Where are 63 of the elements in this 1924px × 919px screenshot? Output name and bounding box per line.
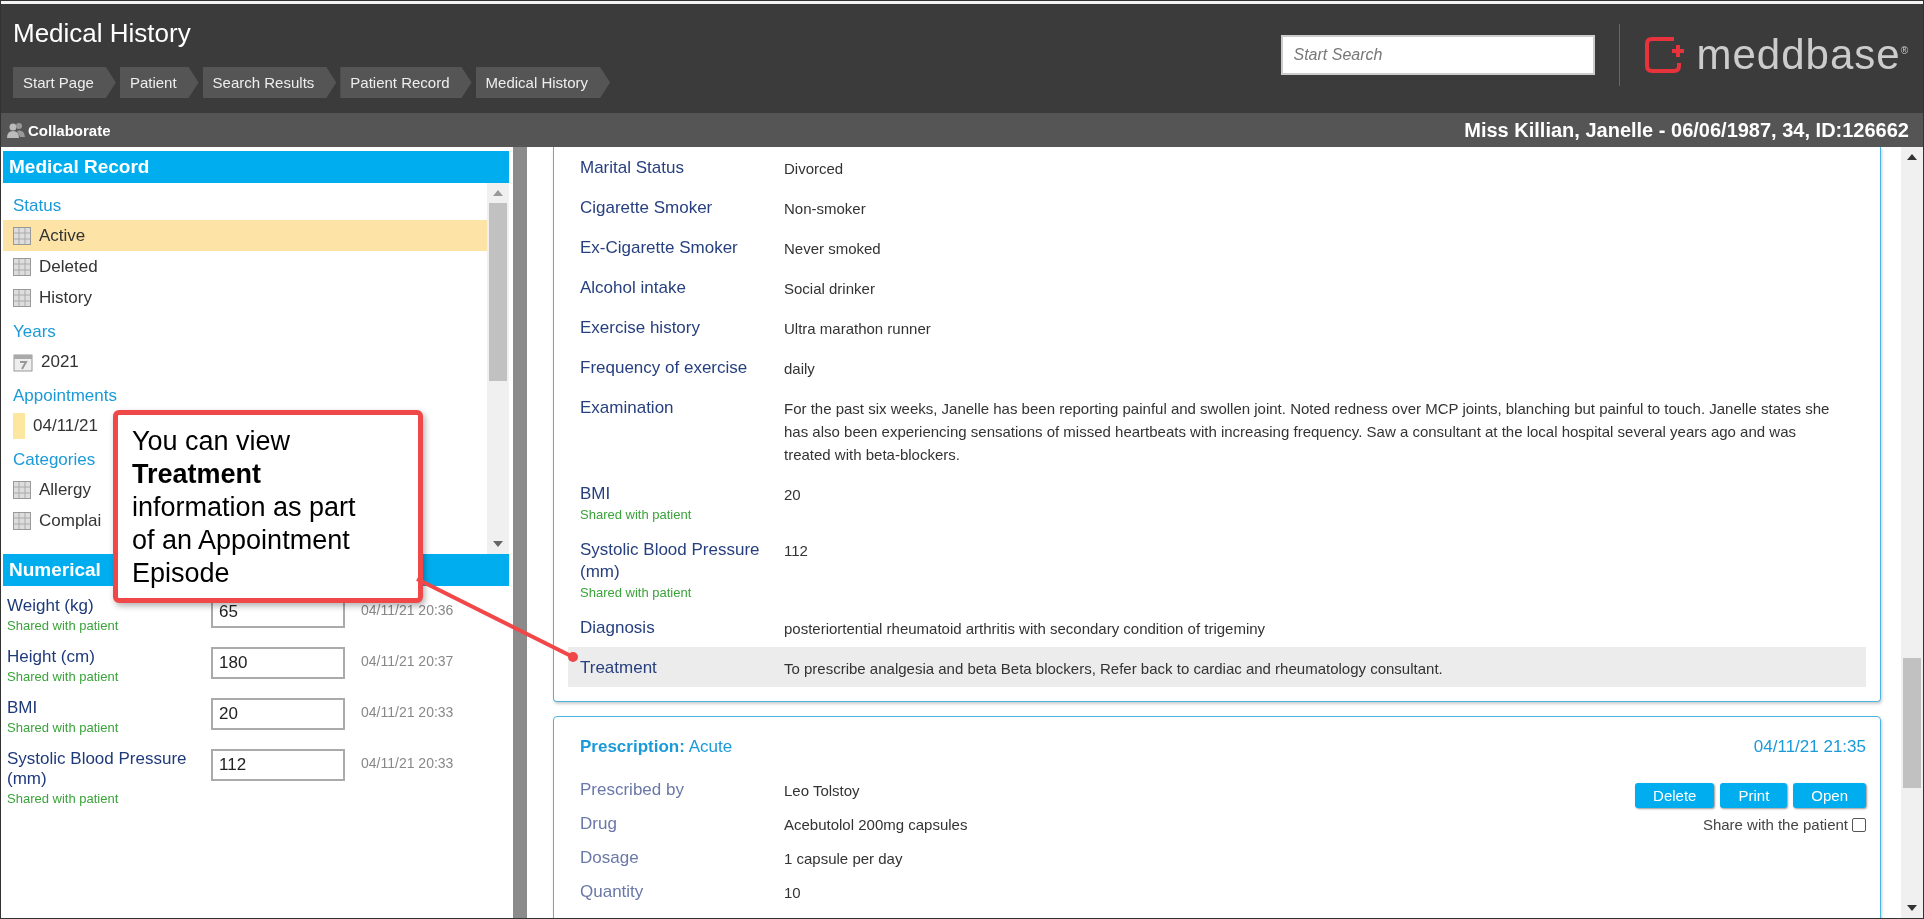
group-heading: Categories (12, 449, 97, 471)
field-value: posteriortential rheumatoid arthritis with secondary condition of trigeminy (784, 619, 1267, 639)
timestamp: 04/11/21 20:33 (361, 704, 454, 722)
shared-note: Shared with patient (580, 507, 693, 522)
timestamp: 04/11/21 20:36 (361, 602, 454, 620)
item-label: 04/11/21 (33, 415, 98, 436)
timestamp: 04/11/21 20:33 (361, 755, 454, 773)
item-label: Active (39, 225, 86, 246)
callout-tooltip: You can view Treatment information as part of an Appointment Episode (113, 410, 423, 603)
field-label: BMI (580, 483, 612, 505)
field-value: Social drinker (784, 279, 876, 299)
field-label: Quantity (580, 881, 645, 903)
field-value: Divorced (784, 159, 845, 179)
shared-note: Shared with patient (7, 791, 120, 806)
field-label: Ex-Cigarette Smoker (580, 237, 739, 259)
item-label: Complai (39, 510, 102, 531)
field-label: Systolic Blood Pressure (mm) (580, 539, 761, 583)
field-value: 20 (784, 485, 802, 505)
field-value: Ultra marathon runner (784, 319, 932, 339)
shared-note: Shared with patient (7, 720, 120, 735)
timestamp: 04/11/21 21:35 (1753, 737, 1866, 757)
measure-label: Height (cm) (7, 647, 96, 667)
group-heading: Status (12, 195, 63, 217)
field-value: Acebutolol 200mg capsules (784, 815, 969, 835)
field-value: daily (784, 359, 816, 379)
item-label: Allergy (39, 479, 91, 500)
patient-title: Miss Killian, Janelle - 06/06/1987, 34, ID:126662 (1464, 118, 1909, 142)
measure-label: Systolic Blood Pressure (mm) (7, 749, 188, 789)
item-label: 2021 (41, 351, 79, 372)
card-title: Prescription: Acute (580, 737, 733, 757)
field-label: Diagnosis (580, 617, 656, 639)
field-value: For the past six weeks, Janelle has been reporting painful and swollen joint. Noted redness over MCP joints, blanching but painful to touch. Janelle states she has also been experiencing sensations of missed heartbeats with increasing frequency. Saw a consultant at the local hospital several years ago and was treated with beta-blockers. (784, 399, 1831, 465)
measure-label: BMI (7, 698, 39, 718)
field-label: Frequency of exercise (580, 357, 749, 379)
page-title: Medical History (13, 18, 192, 49)
field-label: Marital Status (580, 157, 685, 179)
group-heading: Appointments (12, 385, 118, 407)
field-value: Never smoked (784, 239, 882, 259)
shared-note: Shared with patient (7, 669, 120, 684)
field-value: 112 (784, 541, 809, 561)
item-label: Deleted (39, 256, 98, 277)
field-value: Non-smoker (784, 199, 867, 219)
logo-wordmark: meddbase$^{®}$ (1696, 31, 1909, 79)
measure-label: Weight (kg) (7, 596, 95, 616)
field-label: Drug (580, 813, 618, 835)
field-label: Treatment (580, 657, 658, 679)
shared-note: Shared with patient (7, 618, 120, 633)
panel-header: Medical Record (3, 151, 509, 183)
field-value: To prescribe analgesia and beta Beta blockers, Refer back to cardiac and rheumatology consultant. (784, 659, 1444, 679)
group-heading: Years (12, 321, 57, 343)
share-label: Share with the patient (1702, 816, 1848, 833)
field-value: 1 capsule per day (784, 849, 904, 869)
field-label: Alcohol intake (580, 277, 687, 299)
field-label: Dosage (580, 847, 640, 869)
shared-note: Shared with patient (580, 585, 693, 600)
field-label: Examination (580, 397, 675, 419)
field-label: Exercise history (580, 317, 701, 339)
field-value: Leo Tolstoy (784, 781, 861, 801)
timestamp: 04/11/21 20:37 (361, 653, 454, 671)
field-value: 10 (784, 883, 802, 903)
item-label: History (39, 287, 92, 308)
field-label: Prescribed by (580, 779, 685, 801)
field-label: Cigarette Smoker (580, 197, 714, 219)
